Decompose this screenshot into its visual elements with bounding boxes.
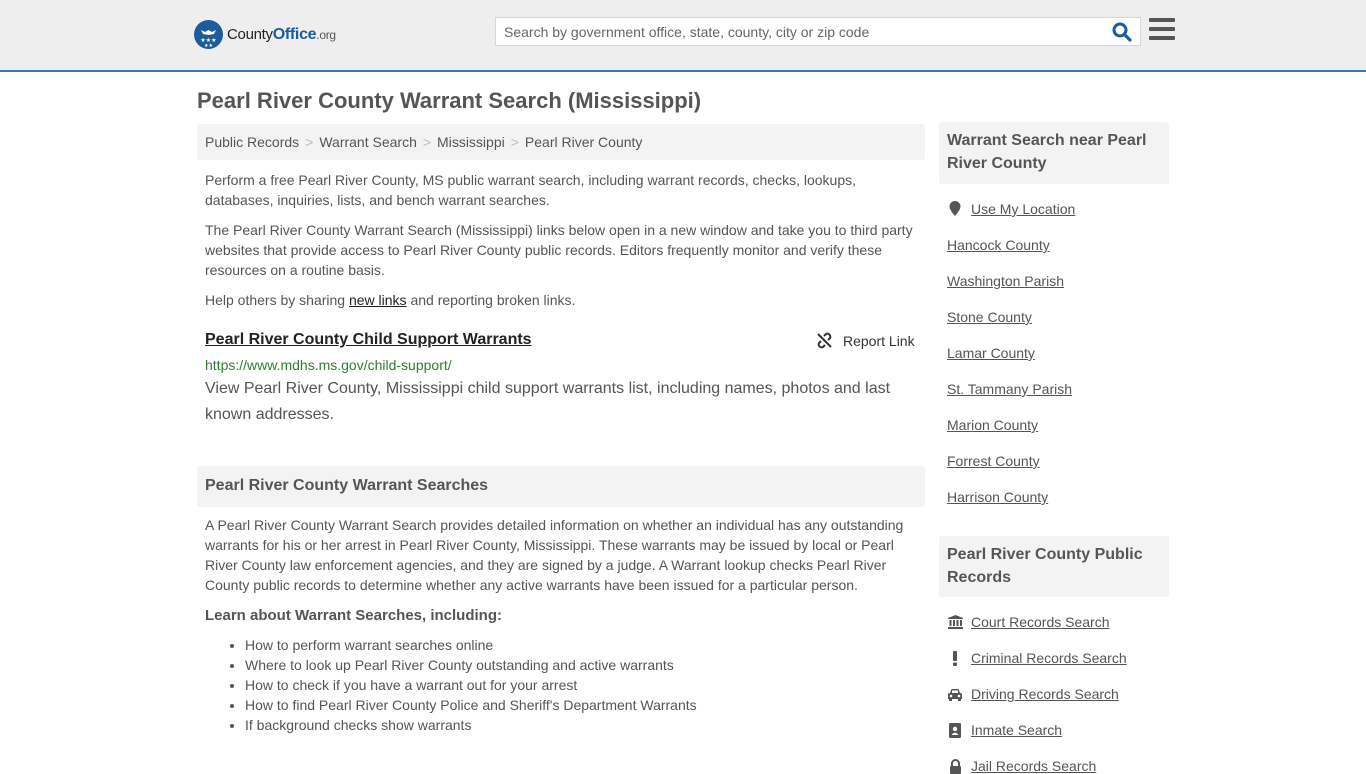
public-record-item[interactable]: Driving Records Search — [947, 686, 1119, 702]
breadcrumb-pearl-river-county[interactable]: Pearl River County — [525, 134, 643, 150]
breadcrumb-warrant-search[interactable]: Warrant Search — [319, 134, 417, 150]
disclaimer-paragraph: The Pearl River County Warrant Search (M… — [205, 222, 913, 278]
listing-title-link[interactable]: Pearl River County Child Support Warrant… — [205, 331, 532, 349]
public-record-link[interactable]: Driving Records Search — [971, 686, 1119, 702]
search-button[interactable] — [1112, 22, 1134, 42]
learn-heading: Learn about Warrant Searches, including: — [205, 607, 502, 624]
lock-icon — [947, 758, 963, 774]
intro-paragraph: Perform a free Pearl River County, MS pu… — [205, 172, 857, 208]
site-header: ★★★ ★★ CountyOffice.org — [0, 0, 1366, 72]
breadcrumb-separator: > — [510, 134, 519, 150]
use-my-location-item[interactable]: Use My Location — [947, 201, 1075, 217]
nearby-link[interactable]: Marion County — [947, 417, 1038, 433]
public-records-heading: Pearl River County Public Records — [939, 536, 1169, 597]
breadcrumb-separator: > — [422, 134, 432, 150]
new-links-link[interactable]: new links — [349, 292, 407, 308]
section-body: A Pearl River County Warrant Search prov… — [205, 517, 904, 593]
menu-bar — [1149, 18, 1175, 22]
public-record-item[interactable]: Jail Records Search — [947, 758, 1096, 774]
menu-bar — [1149, 27, 1175, 31]
learn-list-item: How to check if you have a warrant out f… — [245, 675, 697, 695]
broken-link-icon — [817, 332, 832, 349]
report-link-label: Report Link — [843, 332, 915, 349]
public-record-link[interactable]: Jail Records Search — [971, 758, 1096, 774]
search-input[interactable] — [496, 18, 1106, 45]
search-bar — [495, 17, 1141, 46]
nearby-item[interactable]: Washington Parish — [947, 273, 1064, 289]
report-link-button[interactable]: Report Link — [816, 332, 915, 349]
exclamation-icon — [947, 650, 963, 666]
nearby-item[interactable]: St. Tammany Parish — [947, 381, 1072, 397]
breadcrumb-separator: > — [305, 134, 314, 150]
learn-list: How to perform warrant searches online W… — [245, 635, 697, 735]
site-logo[interactable]: ★★★ ★★ CountyOffice.org — [194, 20, 336, 49]
learn-list-item: How to perform warrant searches online — [245, 635, 697, 655]
nearby-link[interactable]: Harrison County — [947, 489, 1048, 505]
nearby-item[interactable]: Lamar County — [947, 345, 1035, 361]
id-badge-icon — [947, 722, 963, 738]
nearby-link[interactable]: Hancock County — [947, 237, 1050, 253]
page-title: Pearl River County Warrant Search (Missi… — [197, 88, 702, 113]
nearby-item[interactable]: Stone County — [947, 309, 1032, 325]
public-record-item[interactable]: Court Records Search — [947, 614, 1110, 630]
menu-bar — [1149, 36, 1175, 40]
public-record-link[interactable]: Criminal Records Search — [971, 650, 1127, 666]
nearby-item[interactable]: Forrest County — [947, 453, 1040, 469]
learn-list-item: If background checks show warrants — [245, 715, 697, 735]
courthouse-icon — [947, 614, 963, 630]
nearby-link[interactable]: St. Tammany Parish — [947, 381, 1072, 397]
nearby-item[interactable]: Marion County — [947, 417, 1038, 433]
breadcrumb-mississippi[interactable]: Mississippi — [437, 134, 505, 150]
public-record-item[interactable]: Criminal Records Search — [947, 650, 1127, 666]
use-my-location-link[interactable]: Use My Location — [971, 201, 1075, 217]
nearby-link[interactable]: Washington Parish — [947, 273, 1064, 289]
logo-text: CountyOffice.org — [227, 25, 336, 43]
car-icon — [947, 686, 963, 702]
nearby-link[interactable]: Stone County — [947, 309, 1032, 325]
public-record-link[interactable]: Inmate Search — [971, 722, 1062, 738]
breadcrumb: Public Records > Warrant Search > Mississipp… — [197, 124, 925, 160]
eagle-stars-logo-icon: ★★★ ★★ — [194, 20, 223, 49]
nearby-item[interactable]: Hancock County — [947, 237, 1050, 253]
section-heading: Pearl River County Warrant Searches — [197, 466, 925, 507]
search-icon — [1112, 22, 1132, 42]
nearby-item[interactable]: Harrison County — [947, 489, 1048, 505]
public-record-item[interactable]: Inmate Search — [947, 722, 1062, 738]
nearby-link[interactable]: Lamar County — [947, 345, 1035, 361]
listing-description: View Pearl River County, Mississippi chi… — [205, 380, 891, 423]
map-marker-icon — [947, 201, 963, 217]
learn-list-item: How to find Pearl River County Police an… — [245, 695, 697, 715]
svg-text:★★: ★★ — [204, 43, 213, 49]
share-links-paragraph: Help others by sharing new links and rep… — [205, 292, 576, 308]
hamburger-menu-button[interactable] — [1149, 18, 1175, 42]
nearby-link[interactable]: Forrest County — [947, 453, 1040, 469]
listing-url: https://www.mdhs.ms.gov/child-support/ — [205, 357, 452, 373]
breadcrumb-public-records[interactable]: Public Records — [205, 134, 299, 150]
public-record-link[interactable]: Court Records Search — [971, 614, 1110, 630]
nearby-heading: Warrant Search near Pearl River County — [939, 122, 1169, 184]
learn-list-item: Where to look up Pearl River County outs… — [245, 655, 697, 675]
